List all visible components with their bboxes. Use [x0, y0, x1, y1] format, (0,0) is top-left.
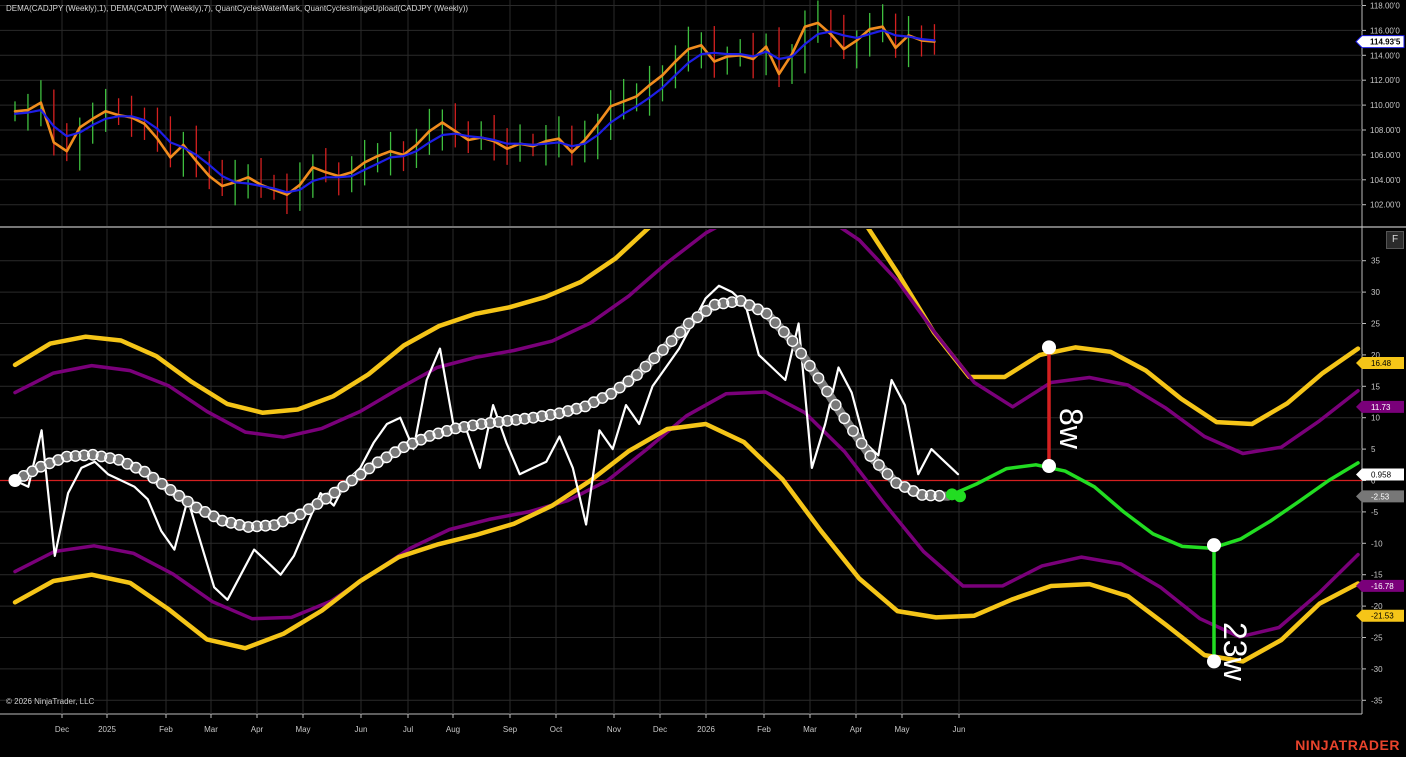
value-tag-label: -2.53 [1371, 492, 1390, 501]
osc-tick-label: -15 [1371, 571, 1383, 580]
price-tick-label: 114.00'0 [1370, 51, 1400, 60]
osc-tick-label: -10 [1371, 539, 1383, 548]
osc-tick-label: 35 [1371, 257, 1380, 266]
panel-f-button[interactable]: F [1386, 231, 1404, 249]
x-tick-label: 2026 [697, 725, 715, 734]
price-tick-label: 110.00'0 [1370, 101, 1400, 110]
x-tick-label: Oct [550, 725, 563, 734]
osc-tick-label: -25 [1371, 634, 1383, 643]
copyright-text: © 2026 NinjaTrader, LLC [6, 697, 95, 706]
x-tick-label: Apr [850, 725, 863, 734]
annotation-8w: 8w [1053, 408, 1089, 450]
8w-marker-top [1042, 340, 1056, 355]
x-tick-label: Mar [204, 725, 218, 734]
osc-tick-label: 5 [1371, 445, 1376, 454]
projection-line [946, 461, 1360, 551]
price-tick-label: 108.00'0 [1370, 126, 1401, 135]
x-tick-label: Sep [503, 725, 518, 734]
x-tick-label: Aug [446, 725, 460, 734]
23w-marker-top [1207, 538, 1221, 553]
band-upper-outer [12, 229, 1361, 427]
chart-canvas: 102.00'0 104.00'0 106.00'0 108.00'0 110.00'0… [0, 0, 1406, 734]
price-tick-label: 102.00'0 [1370, 201, 1401, 210]
osc-tick-label: 25 [1371, 320, 1380, 329]
value-tag-label: 0.958 [1371, 470, 1392, 479]
price-tick-label: 112.00'0 [1370, 76, 1400, 85]
projection-start-dot [954, 490, 966, 503]
x-tick-label: Feb [757, 725, 771, 734]
x-tick-label: May [894, 725, 909, 734]
dema-slow-line [13, 29, 936, 194]
osc-tick-label: 10 [1371, 414, 1380, 423]
price-tick-label: 106.00'0 [1370, 151, 1401, 160]
x-tick-label: Jun [953, 725, 966, 734]
x-tick-label: 2025 [98, 725, 116, 734]
8w-marker-bottom [1042, 459, 1056, 474]
osc-tick-label: 15 [1371, 382, 1380, 391]
x-tick-label: Dec [653, 725, 667, 734]
price-tick-label: 118.00'0 [1370, 2, 1400, 11]
x-tick-label: Feb [159, 725, 173, 734]
value-tag-label: -16.78 [1371, 582, 1394, 591]
indicator-title: DEMA(CADJPY (Weekly),1), DEMA(CADJPY (We… [6, 4, 469, 13]
x-tick-label: Mar [803, 725, 817, 734]
band-lower-outer [12, 421, 1361, 664]
osc-tick-label: 30 [1371, 288, 1380, 297]
x-tick-label: Nov [607, 725, 621, 734]
x-tick-label: Dec [55, 725, 69, 734]
x-tick-label: Jul [403, 725, 413, 734]
x-tick-label: May [295, 725, 310, 734]
ninjatrader-logo: NINJATRADER [1295, 737, 1400, 753]
x-tick-label: Apr [251, 725, 264, 734]
x-tick-label: Jun [355, 725, 368, 734]
osc-tick-label: -35 [1371, 696, 1383, 705]
last-price-label: 114.93'5 [1370, 38, 1401, 47]
price-tick-label: 104.00'0 [1370, 176, 1401, 185]
value-tag-label: 16.48 [1371, 359, 1392, 368]
dema-fast-line [13, 21, 936, 196]
annotation-23w: 23w [1217, 622, 1253, 682]
price-tick-label: 116.00'0 [1370, 26, 1400, 35]
osc-tick-label: -30 [1371, 665, 1383, 674]
value-tag-label: -21.53 [1371, 612, 1394, 621]
value-tag-label: 11.73 [1371, 403, 1391, 412]
oscillator-line [13, 284, 960, 601]
osc-tick-label: -5 [1371, 508, 1379, 517]
cycle-start-dot [8, 474, 22, 487]
